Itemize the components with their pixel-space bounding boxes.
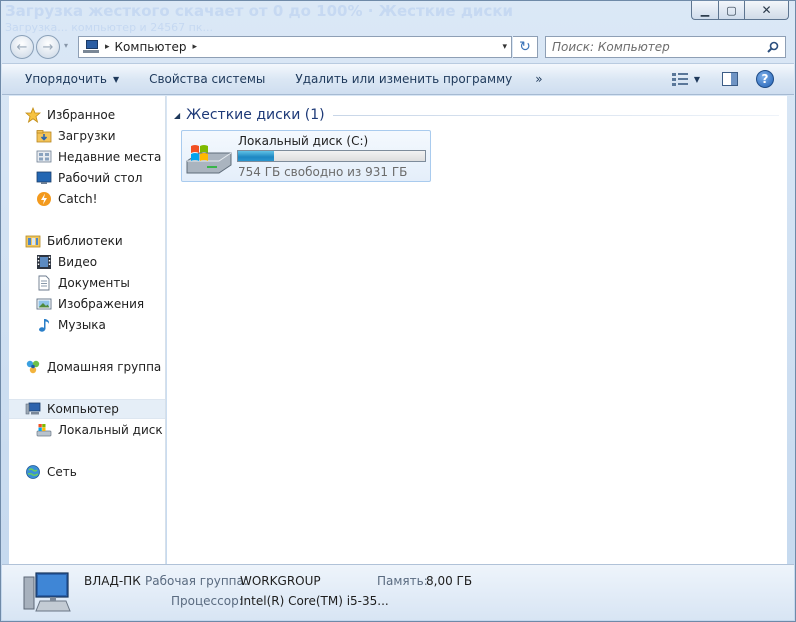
file-list: ◢ Жесткие диски (1) Локальный диск (C:) (167, 96, 787, 564)
sidebar-item-video[interactable]: Видео (9, 252, 165, 272)
memory-label: Память: (377, 574, 428, 588)
sidebar-label: Документы (58, 276, 130, 290)
group-divider (332, 114, 779, 116)
change-view-icon[interactable] (671, 72, 690, 86)
explorer-window: Загрузка жесткого скачает от 0 до 100% ·… (0, 0, 796, 622)
search-input[interactable] (552, 40, 762, 54)
sidebar-label: Изображения (58, 297, 145, 311)
collapse-icon[interactable]: ◢ (174, 111, 180, 120)
sidebar-item-music[interactable]: Музыка (9, 315, 165, 335)
organize-label: Упорядочить (25, 72, 107, 86)
sidebar-item-pictures[interactable]: Изображения (9, 294, 165, 314)
hard-drive-icon (36, 422, 52, 438)
sidebar-label: Избранное (47, 108, 116, 122)
sidebar-label: Домашняя группа (47, 360, 162, 374)
sidebar-item-documents[interactable]: Документы (9, 273, 165, 293)
sidebar-label: Локальный диск (C:) (58, 423, 165, 437)
sidebar-item-libraries[interactable]: Библиотеки (9, 231, 165, 251)
star-icon (25, 107, 41, 123)
more-commands-button[interactable]: » (527, 72, 550, 86)
homegroup-icon (25, 359, 41, 375)
close-button[interactable]: ✕ (744, 1, 789, 20)
document-icon (36, 275, 52, 291)
sidebar-item-homegroup[interactable]: Домашняя группа (9, 357, 165, 377)
forward-button[interactable]: → (36, 35, 60, 59)
maximize-button[interactable]: ▢ (718, 1, 744, 20)
film-icon (36, 254, 52, 270)
breadcrumb-trailing-separator[interactable]: ▸ (192, 42, 197, 52)
workgroup-value: WORKGROUP (240, 574, 321, 588)
sidebar-label: Загрузки (58, 129, 116, 143)
caption-buttons: ▁ ▢ ✕ (691, 1, 789, 20)
group-title: Жесткие диски (1) (186, 107, 325, 123)
minimize-button[interactable]: ▁ (691, 1, 718, 20)
picture-icon (36, 296, 52, 312)
hard-drive-icon (186, 145, 232, 174)
drive-usage-bar (237, 150, 426, 162)
view-controls: ▼ ? (671, 64, 794, 94)
refresh-button[interactable]: ↻ (513, 36, 538, 58)
sidebar-item-network[interactable]: Сеть (9, 462, 165, 482)
sidebar-item-catch[interactable]: Catch! (9, 189, 165, 209)
processor-label: Процессор: (171, 594, 243, 608)
sidebar-label: Недавние места (58, 150, 162, 164)
libraries-icon (25, 233, 41, 249)
sidebar-label: Видео (58, 255, 98, 269)
organize-button[interactable]: Упорядочить ▼ (2, 72, 134, 86)
system-properties-button[interactable]: Свойства системы (134, 72, 280, 86)
recent-pages-dropdown[interactable]: ▾ (64, 41, 68, 50)
back-button[interactable]: ← (10, 35, 34, 59)
search-icon[interactable] (767, 41, 779, 53)
details-pane: ВЛАД-ПК Рабочая группа: WORKGROUP Память… (2, 564, 794, 620)
sidebar-label: Компьютер (47, 402, 119, 416)
music-note-icon (36, 317, 52, 333)
group-header-hard-drives[interactable]: ◢ Жесткие диски (1) (174, 105, 779, 125)
network-icon (25, 464, 41, 480)
uninstall-program-button[interactable]: Удалить или изменить программу (280, 72, 527, 86)
address-bar[interactable]: ▸ Компьютер ▸ ▾ (78, 36, 512, 58)
sidebar-item-computer[interactable]: Компьютер (9, 399, 165, 419)
chevron-down-icon: ▼ (112, 74, 120, 84)
computer-icon (25, 401, 41, 417)
downloads-folder-icon (36, 128, 52, 144)
breadcrumb-separator[interactable]: ▸ (105, 42, 110, 52)
recent-places-icon (36, 149, 52, 165)
sidebar-item-downloads[interactable]: Загрузки (9, 126, 165, 146)
sidebar-item-favorites[interactable]: Избранное (9, 105, 165, 125)
preview-pane-icon[interactable] (722, 72, 738, 86)
drive-free-space: 754 ГБ свободно из 931 ГБ (238, 165, 408, 179)
address-dropdown[interactable]: ▾ (502, 42, 507, 52)
pc-name: ВЛАД-ПК (84, 574, 141, 588)
drive-tile-c[interactable]: Локальный диск (C:) 754 ГБ свободно из 9… (181, 130, 431, 182)
sidebar-label: Catch! (58, 192, 98, 206)
sidebar-item-local-disk[interactable]: Локальный диск (C:) (9, 420, 165, 440)
desktop-icon (36, 170, 52, 186)
sidebar-label: Музыка (58, 318, 106, 332)
workgroup-label: Рабочая группа: (145, 574, 248, 588)
memory-value: 8,00 ГБ (426, 574, 473, 588)
lightning-icon (36, 191, 52, 207)
breadcrumb-computer[interactable]: Компьютер (115, 40, 187, 54)
drive-usage-fill (238, 151, 274, 161)
help-button[interactable]: ? (756, 70, 774, 88)
processor-value: Intel(R) Core(TM) i5-35... (240, 594, 389, 608)
sidebar-label: Сеть (47, 465, 77, 479)
computer-icon (23, 572, 71, 612)
sidebar-item-desktop[interactable]: Рабочий стол (9, 168, 165, 188)
sidebar-label: Рабочий стол (58, 171, 143, 185)
navigation-pane: Избранное Загрузки Недавние места Рабочи… (9, 96, 166, 564)
search-box[interactable] (545, 36, 786, 58)
view-options-dropdown[interactable]: ▼ (694, 75, 700, 84)
sidebar-item-recent-places[interactable]: Недавние места (9, 147, 165, 167)
navigation-bar: ← → ▾ ▸ Компьютер ▸ ▾ ↻ (1, 31, 796, 61)
sidebar-label: Библиотеки (47, 234, 123, 248)
computer-icon (83, 40, 99, 54)
drive-name: Локальный диск (C:) (238, 134, 369, 148)
command-bar: Упорядочить ▼ Свойства системы Удалить и… (2, 63, 794, 95)
